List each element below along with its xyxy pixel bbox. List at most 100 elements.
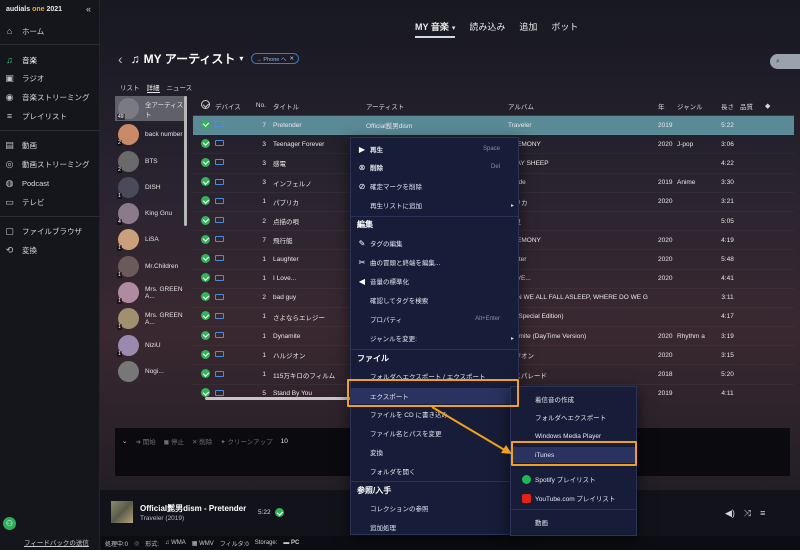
menu-item-remove-check[interactable]: ⊘ 確定マークを削除 xyxy=(351,178,518,194)
artist-item[interactable]: back number 2 xyxy=(115,122,187,147)
device-filter-chip[interactable]: → Phone へ ✕ xyxy=(251,53,299,64)
artist-track-count: 1 xyxy=(117,192,122,199)
menu-item-properties[interactable]: プロパティ Alt+Enter xyxy=(351,311,518,327)
table-header: デバイス No. タイトル アーティスト アルバム 年 ジャンル 長さ 品質 ◆ xyxy=(193,96,794,116)
menu-item-normalize[interactable]: ◀ 音量の標準化 xyxy=(351,273,518,289)
tab-my-music[interactable]: MY 音楽 ▾ xyxy=(415,20,456,38)
tab-add[interactable]: 追加 xyxy=(519,20,537,38)
menu-item-change-genre[interactable]: ジャンルを変更: ▸ xyxy=(351,330,518,346)
row-checkbox[interactable] xyxy=(193,196,215,207)
menu-item-add-to-playlist[interactable]: 再生リストに追加 ▸ xyxy=(351,197,518,213)
volume-icon[interactable]: ◀) xyxy=(725,508,735,519)
artist-item[interactable]: 全アーティスト 49 xyxy=(115,96,187,121)
cover-art-column-icon[interactable]: ◆ xyxy=(765,102,770,110)
menu-item-play[interactable]: ▶ 再生 Space xyxy=(351,141,518,157)
col-artist[interactable]: アーティスト xyxy=(366,101,508,111)
feedback-link[interactable]: フィードバックの送信 xyxy=(24,537,89,547)
tab-list[interactable]: リスト xyxy=(120,82,140,93)
row-checkbox[interactable] xyxy=(193,177,215,188)
row-checkbox[interactable] xyxy=(193,311,215,322)
tab-detail[interactable]: 詳細 xyxy=(146,82,160,93)
menu-item-convert[interactable]: 変換 xyxy=(351,444,518,460)
list-icon[interactable]: ≡ xyxy=(760,508,765,519)
row-checkbox[interactable] xyxy=(193,369,215,380)
menu-item-delete[interactable]: ⊗ 削除 Del xyxy=(351,159,518,175)
row-checkbox[interactable] xyxy=(193,292,215,303)
shuffle-icon[interactable]: ⤨ xyxy=(744,508,751,519)
col-length[interactable]: 長さ xyxy=(715,101,740,111)
menu-item-open-folder[interactable]: フォルダを開く xyxy=(351,463,518,479)
submenu-item-export-folder[interactable]: フォルダへエクスポート xyxy=(511,409,636,425)
row-checkbox[interactable] xyxy=(193,215,215,227)
menu-item-rename[interactable]: ファイル名とパスを変更 xyxy=(351,425,518,441)
tab-bot[interactable]: ボット xyxy=(551,20,578,38)
sidebar-item-file-browser[interactable]: ▢ ファイルブラウザ xyxy=(0,222,100,240)
menu-item-check-tags[interactable]: 確認してタグを検索 xyxy=(351,292,518,308)
close-icon[interactable]: ✕ xyxy=(289,56,294,62)
row-checkbox[interactable] xyxy=(193,253,215,265)
col-year[interactable]: 年 xyxy=(658,101,677,111)
row-checkbox[interactable] xyxy=(193,330,215,342)
artist-item[interactable]: BTS 2 xyxy=(115,149,187,174)
menu-item-collection-ref[interactable]: コレクションの参照 xyxy=(351,500,518,516)
col-genre[interactable]: ジャンル xyxy=(677,101,715,111)
artist-item[interactable]: LiSA 1 xyxy=(115,227,187,252)
sidebar-item-radio[interactable]: ▣ ラジオ xyxy=(0,69,100,87)
artist-item[interactable]: Nogi... xyxy=(115,359,187,384)
album-cover[interactable] xyxy=(111,501,133,523)
sidebar-item-video[interactable]: ▤ 動画 xyxy=(0,136,100,154)
menu-item-edit-tags[interactable]: ✎ タグの編集 xyxy=(351,235,518,251)
col-title[interactable]: タイトル xyxy=(273,101,366,111)
col-device[interactable]: デバイス xyxy=(215,101,245,111)
sidebar-item-tv[interactable]: ▭ テレビ xyxy=(0,193,100,211)
artist-item[interactable]: DISH 1 xyxy=(115,175,187,200)
row-checkbox[interactable] xyxy=(193,349,215,361)
artist-item[interactable]: NiziU 1 xyxy=(115,333,187,358)
sidebar-item-convert[interactable]: ⟲ 変換 xyxy=(0,241,100,259)
search-input[interactable]: ⌕ xyxy=(770,54,800,69)
sidebar-item-video-streaming[interactable]: ◎ 動画ストリーミング xyxy=(0,155,100,173)
sidebar-item-music[interactable]: ♫ 音楽 xyxy=(0,51,100,69)
submenu-item-ringtone[interactable]: 着信音の作成 xyxy=(511,391,636,407)
menu-item-more[interactable]: 追加処理▸ xyxy=(351,519,518,535)
tab-news[interactable]: ニュース xyxy=(167,82,193,93)
row-checkbox[interactable] xyxy=(193,119,215,131)
sidebar-item-home[interactable]: ⌂ ホーム xyxy=(0,22,100,40)
row-checkbox[interactable] xyxy=(193,273,215,284)
row-checkbox[interactable] xyxy=(193,138,215,150)
submenu-item-youtube[interactable]: YouTube.com プレイリスト xyxy=(511,490,636,506)
col-no[interactable]: No. xyxy=(245,102,273,109)
sidebar-item-music-streaming[interactable]: ◉ 音楽ストリーミング xyxy=(0,88,100,106)
col-quality[interactable]: 品質 xyxy=(740,101,765,111)
user-icon[interactable]: ⚇ xyxy=(3,517,16,530)
sidebar-item-podcast[interactable]: ◍ Podcast xyxy=(0,174,100,192)
menu-item-burn-cd[interactable]: ファイルを CD に書き込み xyxy=(351,406,518,422)
submenu-item-video[interactable]: 動画 xyxy=(511,514,636,530)
page-title[interactable]: ♫ MY アーティスト ▾ xyxy=(131,50,244,67)
delete-queue-button[interactable]: ✕ 削除 xyxy=(192,436,212,446)
cleanup-button[interactable]: ✦ クリーンアップ xyxy=(220,436,272,446)
storage-pc[interactable]: ▬ PC xyxy=(283,540,299,546)
sidebar-item-playlist[interactable]: ≡ プレイリスト xyxy=(0,107,100,125)
start-button[interactable]: ➜ 開始 xyxy=(135,436,155,446)
menu-item-edit-start-end[interactable]: ✂ 曲の冒頭と終端を編集... xyxy=(351,254,518,270)
format-wma[interactable]: ♫ WMA xyxy=(165,540,186,546)
row-checkbox[interactable] xyxy=(193,234,215,246)
expand-icon[interactable]: ⌄ xyxy=(122,437,127,445)
artist-item[interactable]: King Gnu 4 xyxy=(115,201,187,226)
row-checkbox[interactable] xyxy=(193,157,215,169)
artist-item[interactable]: Mrs. GREEN A... 1 xyxy=(115,280,187,305)
check-all[interactable] xyxy=(193,100,215,111)
artist-scrollbar[interactable] xyxy=(184,96,187,226)
format-wmv[interactable]: ▦ WMV xyxy=(192,540,214,547)
artist-item[interactable]: Mrs. GREEN A... 1 xyxy=(115,306,187,331)
artist-item[interactable]: Mr.Children 1 xyxy=(115,254,187,279)
stop-button[interactable]: ◼ 停止 xyxy=(164,436,184,446)
collapse-sidebar-icon[interactable]: « xyxy=(86,4,91,14)
table-row[interactable]: 7 Pretender Official髭男dism Traveler 2019 5:22 xyxy=(193,116,794,136)
filter-status[interactable]: フィルタ:0 xyxy=(220,539,249,548)
tab-import[interactable]: 読み込み xyxy=(469,20,505,38)
submenu-item-spotify[interactable]: Spotify プレイリスト xyxy=(511,471,636,487)
back-arrow-icon[interactable]: ‹ xyxy=(118,51,123,67)
col-album[interactable]: アルバム xyxy=(508,101,658,111)
